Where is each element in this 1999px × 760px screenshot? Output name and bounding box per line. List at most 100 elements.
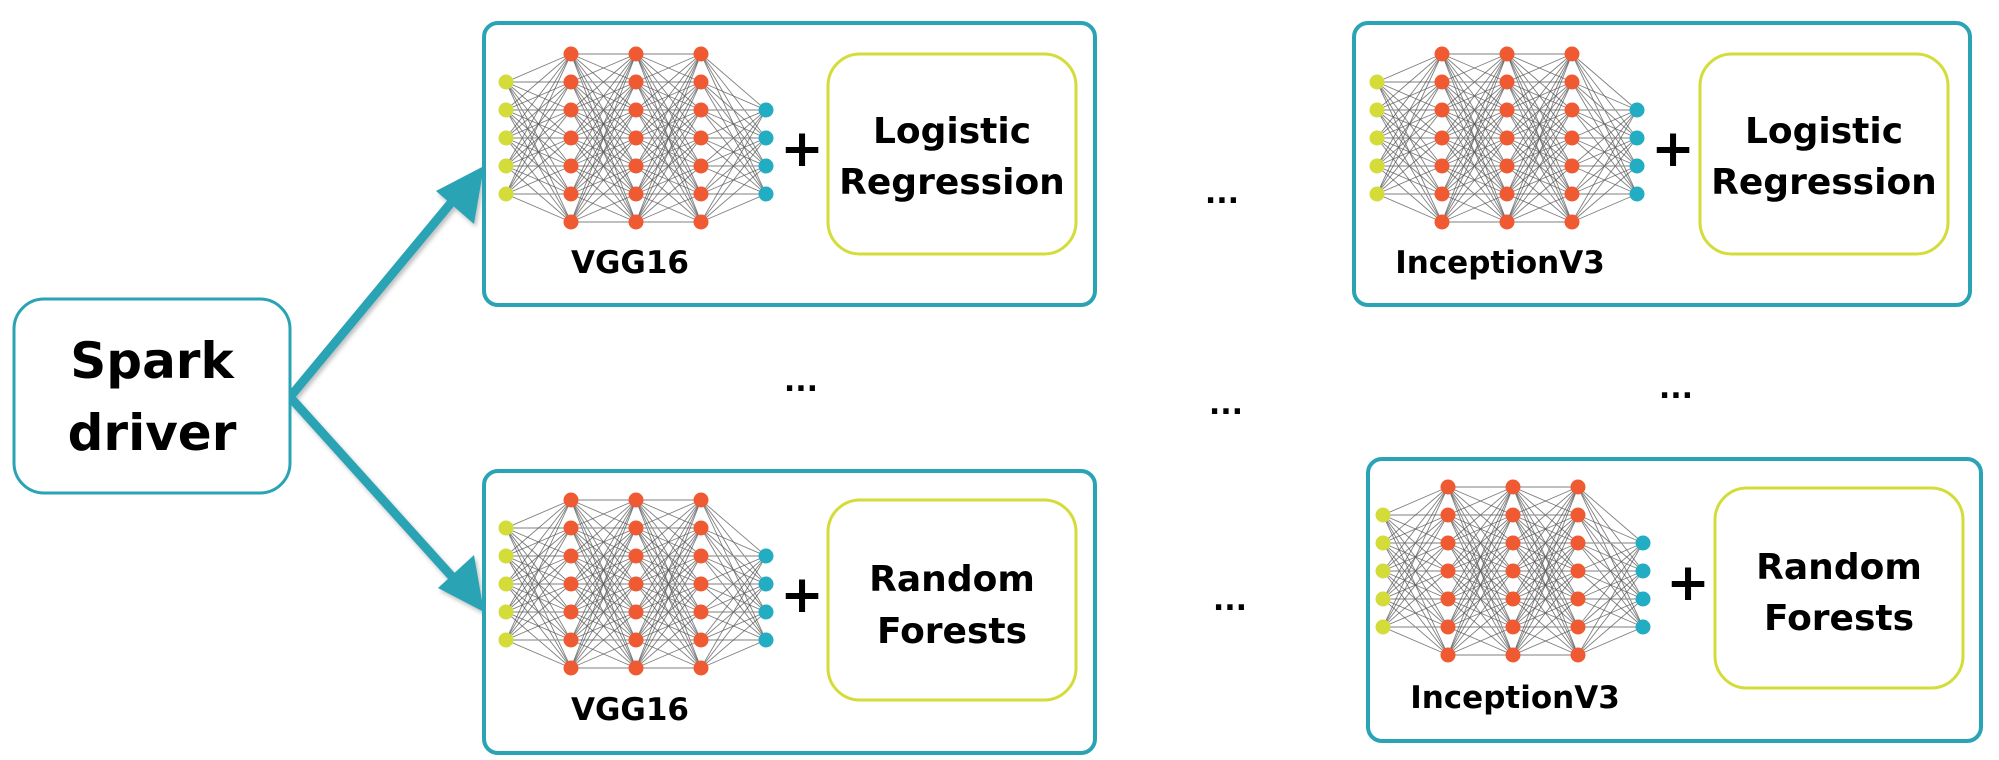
hidden-node bbox=[1499, 102, 1515, 118]
hidden-node bbox=[1570, 563, 1586, 579]
hidden-node bbox=[1505, 647, 1521, 663]
model-label: VGG16 bbox=[571, 692, 689, 728]
hidden-node bbox=[563, 604, 579, 620]
hidden-node bbox=[1434, 186, 1450, 202]
hidden-node bbox=[1564, 214, 1580, 230]
hidden-node bbox=[1499, 130, 1515, 146]
hidden-node bbox=[628, 492, 644, 508]
hidden-node bbox=[563, 46, 579, 62]
hidden-node bbox=[563, 130, 579, 146]
classifier-box bbox=[826, 498, 1078, 702]
model-label: InceptionV3 bbox=[1395, 245, 1605, 281]
plus-sign: + bbox=[780, 119, 824, 179]
hidden-node bbox=[628, 604, 644, 620]
pipeline-diagram: Spark driver VGG16 + Logistic Regression… bbox=[12, 21, 1983, 755]
classifier-line2: Forests bbox=[877, 611, 1027, 652]
output-node bbox=[1629, 158, 1645, 174]
ellipsis-right-middle: ... bbox=[1659, 371, 1693, 406]
output-node bbox=[758, 548, 774, 564]
input-node bbox=[498, 130, 514, 146]
model-label: InceptionV3 bbox=[1410, 680, 1620, 716]
hidden-node bbox=[628, 158, 644, 174]
output-node bbox=[1629, 130, 1645, 146]
input-node bbox=[1375, 591, 1391, 607]
classifier-line2: Regression bbox=[839, 162, 1065, 203]
output-node bbox=[1635, 591, 1651, 607]
hidden-node bbox=[563, 492, 579, 508]
hidden-node bbox=[563, 660, 579, 676]
classifier-box bbox=[1713, 486, 1965, 690]
hidden-node bbox=[1570, 619, 1586, 635]
classifier-line1: Logistic bbox=[1745, 111, 1903, 152]
output-node bbox=[1635, 535, 1651, 551]
hidden-node bbox=[1440, 479, 1456, 495]
input-node bbox=[498, 548, 514, 564]
spark-driver-line1: Spark bbox=[70, 332, 235, 390]
hidden-node bbox=[1499, 186, 1515, 202]
hidden-node bbox=[693, 576, 709, 592]
ellipsis-bottom-middle: ... bbox=[1213, 583, 1247, 618]
hidden-node bbox=[628, 548, 644, 564]
arrows bbox=[285, 166, 484, 612]
output-node bbox=[1629, 186, 1645, 202]
hidden-node bbox=[1440, 591, 1456, 607]
spark-driver-box bbox=[12, 297, 292, 495]
input-node bbox=[1375, 563, 1391, 579]
input-node bbox=[1375, 507, 1391, 523]
input-node bbox=[498, 520, 514, 536]
hidden-node bbox=[1434, 102, 1450, 118]
hidden-node bbox=[563, 632, 579, 648]
hidden-node bbox=[693, 604, 709, 620]
hidden-node bbox=[628, 632, 644, 648]
hidden-node bbox=[628, 576, 644, 592]
hidden-node bbox=[1570, 479, 1586, 495]
hidden-node bbox=[628, 102, 644, 118]
hidden-node bbox=[1570, 507, 1586, 523]
input-node bbox=[498, 186, 514, 202]
hidden-node bbox=[563, 214, 579, 230]
worker-vgg16-random-forests: VGG16 + Random Forests bbox=[482, 469, 1097, 755]
hidden-node bbox=[563, 186, 579, 202]
input-node bbox=[1369, 186, 1385, 202]
input-node bbox=[1369, 158, 1385, 174]
output-node bbox=[758, 130, 774, 146]
hidden-node bbox=[563, 74, 579, 90]
input-node bbox=[498, 632, 514, 648]
hidden-node bbox=[693, 102, 709, 118]
hidden-node bbox=[628, 46, 644, 62]
output-node bbox=[1635, 619, 1651, 635]
plus-sign: + bbox=[1666, 553, 1710, 613]
worker-vgg16-logistic-regression: VGG16 + Logistic Regression bbox=[482, 21, 1097, 307]
hidden-node bbox=[693, 46, 709, 62]
hidden-node bbox=[1434, 130, 1450, 146]
classifier-line1: Logistic bbox=[873, 111, 1031, 152]
hidden-node bbox=[1499, 74, 1515, 90]
input-node bbox=[1375, 535, 1391, 551]
hidden-node bbox=[1499, 46, 1515, 62]
classifier-line1: Random bbox=[869, 559, 1035, 600]
output-node bbox=[758, 102, 774, 118]
hidden-node bbox=[1434, 214, 1450, 230]
hidden-node bbox=[1440, 507, 1456, 523]
hidden-node bbox=[1564, 46, 1580, 62]
hidden-node bbox=[628, 214, 644, 230]
ellipsis-center: ... bbox=[1209, 387, 1243, 422]
hidden-node bbox=[1505, 619, 1521, 635]
hidden-node bbox=[1440, 563, 1456, 579]
output-node bbox=[758, 604, 774, 620]
output-node bbox=[758, 186, 774, 202]
arrow-to-top-worker bbox=[285, 193, 460, 402]
hidden-node bbox=[1505, 479, 1521, 495]
hidden-node bbox=[693, 158, 709, 174]
classifier-line1: Random bbox=[1756, 547, 1922, 588]
hidden-node bbox=[693, 548, 709, 564]
worker-inceptionv3-logistic-regression: InceptionV3 + Logistic Regression bbox=[1352, 21, 1972, 307]
hidden-node bbox=[628, 520, 644, 536]
input-node bbox=[1369, 130, 1385, 146]
hidden-node bbox=[1564, 130, 1580, 146]
hidden-node bbox=[1440, 619, 1456, 635]
hidden-node bbox=[1570, 535, 1586, 551]
classifier-box bbox=[826, 52, 1078, 256]
output-node bbox=[1635, 563, 1651, 579]
hidden-node bbox=[563, 576, 579, 592]
